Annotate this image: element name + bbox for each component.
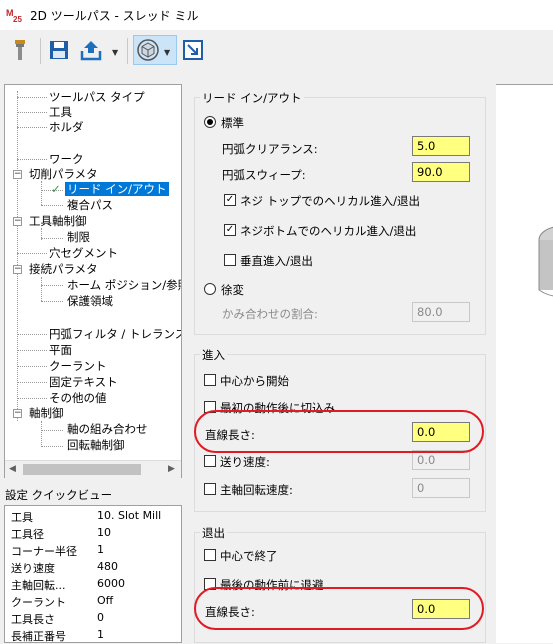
tree-item-canned-text[interactable]: 固定テキスト: [49, 375, 118, 389]
tree-item-arc-filter[interactable]: 円弧フィルタ / トレランス: [49, 327, 181, 341]
quickview-table: 工具 10. Slot Mill 工具径 10 コーナー半径 1 送り速度 480 主軸…: [4, 505, 182, 643]
gradual-label: 徐変: [221, 283, 244, 297]
tree-item-cut-params[interactable]: 切削パラメタ: [29, 167, 98, 181]
scrollbar-thumb[interactable]: [23, 464, 141, 475]
checkmark-icon: ✓: [51, 182, 61, 196]
standard-label: 標準: [221, 116, 244, 130]
quickview-row: 主軸回転... 6000: [11, 577, 125, 592]
upload-icon[interactable]: [78, 36, 104, 64]
arc-sweep-input[interactable]: 90.0: [412, 162, 470, 182]
app-logo-icon: M 25: [6, 7, 24, 24]
quickview-row: 長補正番号 1: [11, 628, 104, 643]
quickview-row: 工具長さ 0: [11, 611, 104, 626]
entry-spindle-checkbox[interactable]: [204, 483, 216, 495]
arc-clearance-label: 円弧クリアランス:: [222, 142, 318, 156]
tree-horizontal-scrollbar[interactable]: ◀ ▶: [5, 460, 181, 478]
tree-item-coolant[interactable]: クーラント: [49, 359, 107, 373]
quickview-title: 設定 クイックビュー: [5, 488, 113, 502]
entry-feed-checkbox[interactable]: [204, 455, 216, 467]
tree-item-planes[interactable]: 平面: [49, 343, 72, 357]
tree-item-hole-segment[interactable]: 穴セグメント: [49, 246, 118, 260]
tree-item-holder[interactable]: ホルダ: [49, 120, 84, 134]
title-bar: M 25 2D ツールパス - スレッド ミル: [0, 0, 553, 30]
helical-top-checkbox[interactable]: ✓: [224, 194, 236, 206]
tree-item-stock[interactable]: ワーク: [49, 152, 84, 166]
scroll-left-icon[interactable]: ◀: [9, 464, 16, 474]
svg-text:25: 25: [13, 15, 22, 23]
start-center-label: 中心から開始: [220, 374, 289, 388]
vertical-checkbox[interactable]: [224, 254, 236, 266]
standard-radio[interactable]: [204, 116, 216, 128]
tree-item-misc-values[interactable]: その他の値: [49, 391, 107, 405]
expand-toggle-icon[interactable]: −: [13, 217, 22, 226]
tree-item-tool-axis[interactable]: 工具軸制御: [29, 214, 87, 228]
tree-item-axis-control[interactable]: 軸制御: [29, 406, 64, 420]
window-resize-icon[interactable]: [180, 36, 206, 64]
tree-item-multi-passes[interactable]: 複合パス: [67, 198, 113, 212]
window-title: 2D ツールパス - スレッド ミル: [30, 9, 199, 23]
tree-item-lead-in-out[interactable]: リード イン/アウト: [65, 182, 169, 196]
entry-title: 進入: [200, 347, 227, 363]
start-center-checkbox[interactable]: [204, 374, 216, 386]
entry-feed-label: 送り速度:: [220, 455, 270, 469]
quickview-row: 送り速度 480: [11, 560, 118, 575]
entry-feed-input[interactable]: 0.0: [412, 450, 470, 470]
tree-item-safety-zone[interactable]: 保護領域: [67, 294, 113, 308]
lead-in-out-title: リード イン/アウト: [200, 90, 304, 106]
upload-dropdown-icon[interactable]: ▼: [112, 48, 118, 57]
helical-bottom-label: ネジボトムでのヘリカル進入/退出: [240, 224, 417, 238]
toolbar: ▼ ▼: [0, 30, 553, 72]
overlap-input[interactable]: 80.0: [412, 302, 470, 322]
tree-item-axis-combination[interactable]: 軸の組み合わせ: [67, 422, 148, 436]
entry-spindle-input[interactable]: 0: [412, 478, 470, 498]
settings-panel: リード イン/アウト 標準 円弧クリアランス: 5.0 円弧スウィープ: 90.…: [186, 84, 496, 643]
expand-toggle-icon[interactable]: −: [13, 409, 22, 418]
tree-item-toolpath-type[interactable]: ツールパス タイプ: [49, 90, 145, 104]
tree-item-rotary-axis[interactable]: 回転軸制御: [67, 438, 125, 452]
arc-sweep-label: 円弧スウィープ:: [222, 168, 306, 182]
save-icon[interactable]: [46, 36, 72, 64]
part-preview-icon: [523, 218, 553, 298]
quickview-row: 工具径 10: [11, 526, 111, 541]
tree-item-limits[interactable]: 制限: [67, 230, 90, 244]
tree-item-home-position[interactable]: ホーム ポジション/参照点: [67, 278, 181, 292]
gradual-radio[interactable]: [204, 283, 216, 295]
lead-in-out-group: [194, 97, 486, 335]
tool-icon[interactable]: [7, 36, 33, 64]
expand-toggle-icon[interactable]: −: [13, 265, 22, 274]
tree-item-tool[interactable]: 工具: [49, 105, 72, 119]
exit-title: 退出: [200, 525, 227, 541]
helical-top-label: ネジ トップでのヘリカル進入/退出: [240, 194, 421, 208]
scroll-right-icon[interactable]: ▶: [168, 464, 175, 474]
expand-toggle-icon[interactable]: −: [13, 170, 22, 179]
helical-bottom-checkbox[interactable]: ✓: [224, 224, 236, 236]
vertical-label: 垂直進入/退出: [240, 254, 313, 268]
quickview-row: クーラント Off: [11, 594, 114, 609]
highlight-oval: [194, 587, 484, 630]
view-cube-icon[interactable]: [135, 36, 161, 64]
quickview-row: 工具 10. Slot Mill: [11, 509, 162, 524]
arc-clearance-input[interactable]: 5.0: [412, 136, 470, 156]
end-center-label: 中心で終了: [220, 549, 278, 563]
tree-item-linking[interactable]: 接続パラメタ: [29, 262, 98, 276]
view-dropdown-icon[interactable]: ▼: [164, 48, 170, 57]
overlap-label: かみ合わせの割合:: [222, 307, 318, 321]
entry-spindle-label: 主軸回転速度:: [220, 483, 293, 497]
quickview-row: コーナー半径 1: [11, 543, 104, 558]
parameter-tree: − − − − ツールパス タイプ 工具 ホルダ ワーク 切削パラメタ ✓ リー…: [4, 84, 182, 478]
highlight-oval: [194, 410, 484, 453]
end-center-checkbox[interactable]: [204, 549, 216, 561]
